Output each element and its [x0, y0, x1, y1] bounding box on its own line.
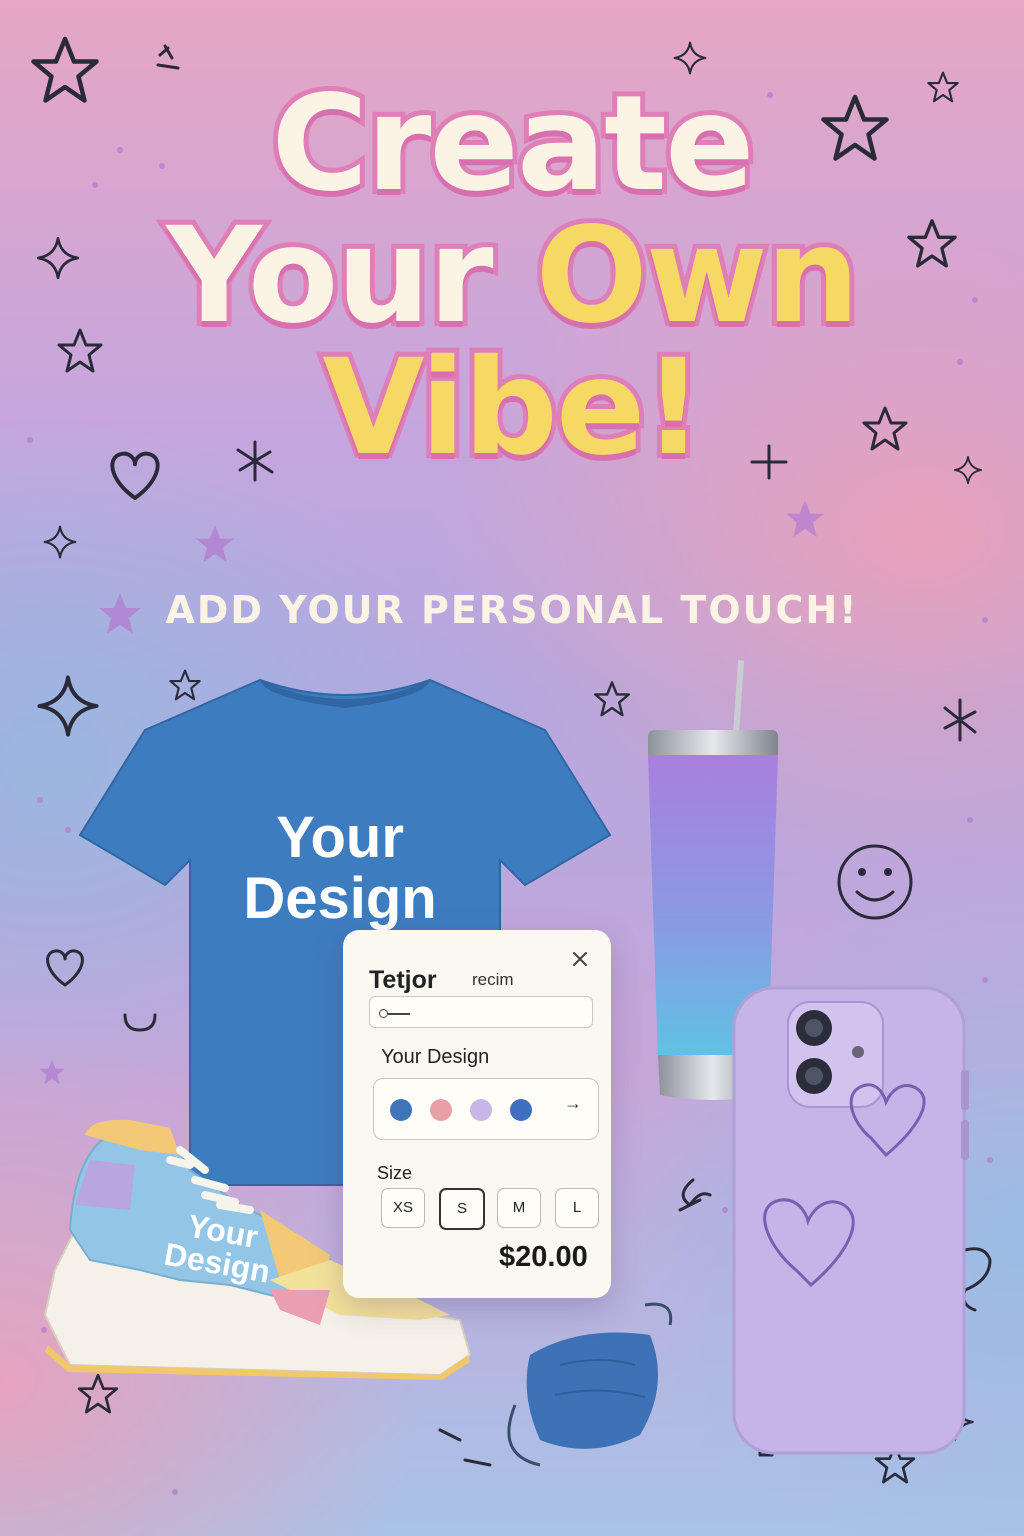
close-icon[interactable]: [569, 948, 591, 970]
design-name-input[interactable]: [369, 996, 593, 1028]
size-option-s[interactable]: S: [439, 1188, 485, 1230]
design-label: Your Design: [381, 1046, 490, 1068]
customize-card: Tetjor recim Your Design → Size XS S M L…: [343, 930, 611, 1298]
headline-line-2b: Own: [531, 199, 865, 353]
color-swatch[interactable]: [430, 1099, 452, 1121]
star-icon: [77, 1373, 119, 1414]
card-title: Tetjor: [369, 966, 437, 994]
tshirt-print-text: Your Design: [243, 805, 437, 931]
smiley-icon: [837, 844, 913, 920]
size-option-xs[interactable]: XS: [381, 1188, 425, 1228]
size-option-l[interactable]: L: [555, 1188, 599, 1228]
headline: Create Your Own Vibe!: [0, 73, 1024, 479]
headline-line-3: Vibe!: [317, 331, 708, 485]
subtitle: ADD YOUR PERSONAL TOUCH!: [165, 588, 859, 632]
color-swatch[interactable]: [470, 1099, 492, 1121]
color-swatch[interactable]: [390, 1099, 412, 1121]
sparkle-icon: [43, 525, 77, 559]
face-mask-product[interactable]: [500, 1285, 700, 1485]
color-swatch[interactable]: [510, 1099, 532, 1121]
price-label: $20.00: [499, 1241, 588, 1273]
size-option-m[interactable]: M: [497, 1188, 541, 1228]
headline-line-2a: Your: [161, 199, 498, 353]
arrow-right-icon[interactable]: →: [564, 1093, 582, 1114]
headline-line-1: Create: [266, 67, 759, 221]
phone-case-product[interactable]: [726, 980, 976, 1460]
size-label: Size: [377, 1163, 413, 1183]
color-swatch-row: →: [373, 1078, 599, 1140]
card-title-suffix: recim: [472, 970, 514, 989]
